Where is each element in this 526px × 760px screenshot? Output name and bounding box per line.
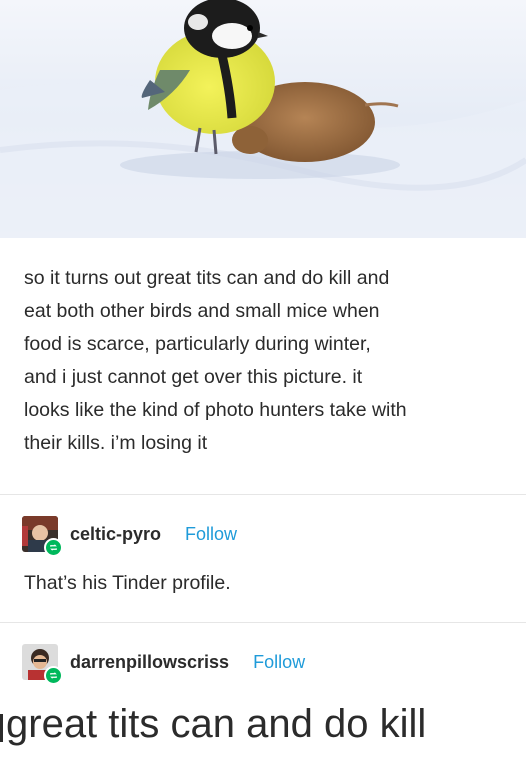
post-body: so it turns out great tits can and do ki… [24,262,504,460]
reblog-header-celtic-pyro: celtic-pyro Follow [22,516,237,557]
text-cursor [0,714,3,742]
username[interactable]: darrenpillowscriss [70,652,229,673]
post-line: so it turns out great tits can and do ki… [24,267,390,289]
post-line: looks like the kind of photo hunters tak… [24,399,407,421]
reblog-icon [44,666,63,685]
post-line: eat both other birds and small mice when [24,300,380,322]
post-line: and i just cannot get over this picture.… [24,366,363,388]
reblog-comment: That’s his Tinder profile. [24,572,231,594]
username[interactable]: celtic-pyro [70,524,161,545]
reblog-icon [44,538,63,557]
post-line: their kills. i’m losing it [24,432,208,454]
reblog-comment-large: great tits can and do kill [6,702,427,746]
divider [0,622,526,623]
reblog-header-darrenpillowscriss: darrenpillowscriss Follow [22,644,305,685]
post-photo[interactable] [0,0,526,238]
post-line: food is scarce, particularly during wint… [24,333,371,355]
divider [0,494,526,495]
great-tit-mouse-image [0,0,526,238]
follow-button[interactable]: Follow [253,652,305,673]
follow-button[interactable]: Follow [185,524,237,545]
